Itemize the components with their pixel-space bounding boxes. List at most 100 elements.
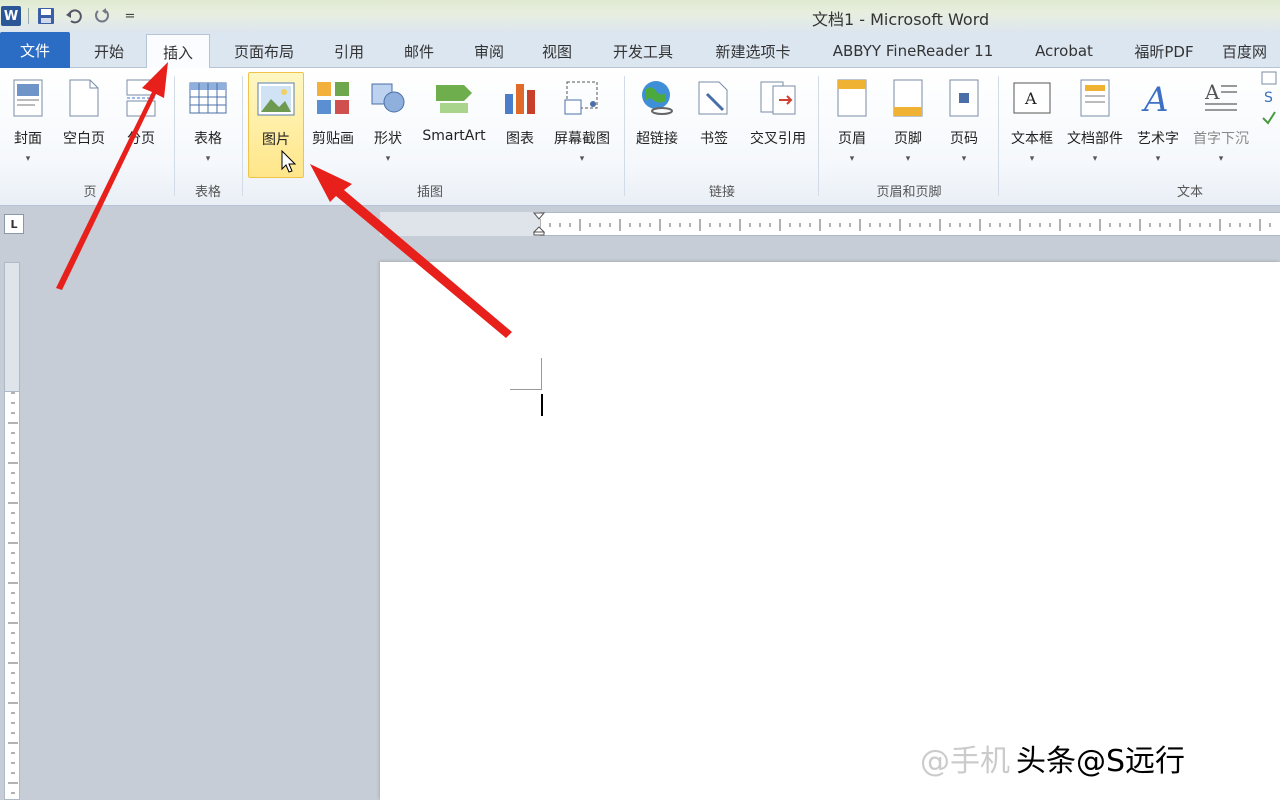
blank-page-button[interactable]: 空白页: [56, 72, 112, 176]
tab-developer[interactable]: 开发工具: [598, 34, 688, 68]
svg-text:A: A: [1141, 80, 1169, 117]
page-break-button[interactable]: 分页: [118, 72, 164, 176]
document-page[interactable]: [380, 262, 1280, 800]
text-boundary-corner: [510, 358, 542, 390]
window-title: 文档1 - Microsoft Word: [812, 10, 990, 29]
textbox-icon: A: [1012, 78, 1052, 118]
dropdown-arrow: ▾: [1029, 154, 1035, 164]
svg-text:A: A: [1024, 89, 1037, 108]
quick-parts-button[interactable]: 文档部件 ▾: [1062, 72, 1128, 176]
customize-qat-icon[interactable]: =: [119, 5, 141, 27]
page-number-icon: [944, 78, 984, 118]
wordart-icon: A: [1138, 78, 1178, 118]
qat-divider: [28, 8, 29, 24]
word-app-icon[interactable]: W: [0, 5, 22, 27]
group-label-tables: 表格: [194, 185, 221, 200]
group-label-illustrations: 插图: [416, 185, 443, 200]
tab-abbyy[interactable]: ABBYY FineReader 11: [822, 34, 1004, 68]
group-divider: [818, 76, 819, 196]
dropdown-arrow: ▾: [849, 154, 855, 164]
cross-reference-icon: [758, 78, 798, 118]
tab-home[interactable]: 开始: [78, 34, 140, 68]
dropdown-arrow: ▾: [1218, 154, 1224, 164]
quick-parts-icon: [1075, 78, 1115, 118]
group-divider: [998, 76, 999, 196]
drop-cap-button[interactable]: A 首字下沉 ▾: [1188, 72, 1254, 176]
shapes-icon: [368, 78, 408, 118]
ribbon-tab-bar: 文件 开始 插入 页面布局 引用 邮件 审阅 视图 开发工具 新建选项卡 ABB…: [0, 32, 1280, 69]
group-label-pages: 页: [83, 185, 97, 200]
dropdown-arrow: ▾: [579, 154, 585, 164]
dropdown-arrow: ▾: [1092, 154, 1098, 164]
header-button[interactable]: 页眉 ▾: [830, 72, 874, 176]
screenshot-button[interactable]: 屏幕截图 ▾: [548, 72, 616, 176]
screenshot-icon: [562, 78, 602, 118]
tab-file[interactable]: 文件: [0, 32, 70, 68]
tab-references[interactable]: 引用: [318, 34, 380, 68]
hyperlink-button[interactable]: 超链接: [630, 72, 684, 176]
cover-page-button[interactable]: 封面 ▾: [6, 72, 50, 176]
dropdown-arrow: ▾: [385, 154, 391, 164]
blank-page-icon: [64, 78, 104, 118]
bookmark-button[interactable]: 书签: [692, 72, 736, 176]
clipart-icon: [313, 78, 353, 118]
watermark: @手机 头条@S远行: [920, 736, 1185, 780]
cover-page-icon: [8, 78, 48, 118]
tab-review[interactable]: 审阅: [458, 34, 520, 68]
dropdown-arrow: ▾: [205, 154, 211, 164]
indent-marker[interactable]: [532, 212, 546, 236]
tab-mailings[interactable]: 邮件: [388, 34, 450, 68]
textbox-button[interactable]: A 文本框 ▾: [1006, 72, 1058, 176]
drop-cap-icon: A: [1201, 78, 1241, 118]
signature-line-icon: S: [1258, 71, 1280, 125]
chart-button[interactable]: 图表: [498, 72, 542, 176]
save-icon[interactable]: [35, 5, 57, 27]
tab-page-layout[interactable]: 页面布局: [222, 34, 306, 68]
tab-foxit-pdf[interactable]: 福昕PDF: [1120, 34, 1208, 68]
wordart-button[interactable]: A 艺术字 ▾: [1132, 72, 1184, 176]
page-number-button[interactable]: 页码 ▾: [942, 72, 986, 176]
tab-baidu[interactable]: 百度网: [1222, 34, 1280, 68]
svg-text:A: A: [1204, 81, 1220, 104]
tab-insert[interactable]: 插入: [146, 34, 210, 69]
tab-stop-selector[interactable]: L: [4, 214, 24, 234]
page-break-icon: [121, 78, 161, 118]
redo-icon[interactable]: [91, 5, 113, 27]
text-cursor: [541, 394, 543, 416]
title-bar: W = 文档1 - Microsoft Word: [0, 0, 1280, 32]
group-divider: [242, 76, 243, 196]
group-divider: [624, 76, 625, 196]
bookmark-icon: [694, 78, 734, 118]
svg-text:S: S: [1264, 90, 1273, 106]
footer-icon: [888, 78, 928, 118]
dropdown-arrow: ▾: [961, 154, 967, 164]
clipart-button[interactable]: 剪贴画: [306, 72, 360, 176]
tab-acrobat[interactable]: Acrobat: [1022, 34, 1106, 68]
globe-icon: [637, 78, 677, 118]
table-icon: [188, 78, 228, 118]
watermark-text: 头条@S远行: [1016, 744, 1186, 779]
smartart-icon: [434, 78, 474, 118]
dropdown-arrow: ▾: [25, 154, 31, 164]
cross-reference-button[interactable]: 交叉引用: [742, 72, 814, 176]
chart-icon: [500, 78, 540, 118]
group-label-text: 文本: [1176, 185, 1203, 200]
header-icon: [832, 78, 872, 118]
watermark-ghost-text: @手机: [920, 744, 1010, 779]
vertical-ruler-margin: [4, 262, 20, 392]
text-group-small-icons[interactable]: S: [1258, 71, 1280, 176]
shapes-button[interactable]: 形状 ▾: [364, 72, 412, 176]
ribbon-insert-panel: 封面 ▾ 空白页 分页 页 表格 ▾ 表格 图片 剪贴画 形状 ▾ SmartA…: [0, 68, 1280, 206]
tab-view[interactable]: 视图: [526, 34, 588, 68]
quick-access-toolbar: W =: [0, 3, 141, 29]
group-divider: [174, 76, 175, 196]
horizontal-ruler-margin: [380, 212, 540, 236]
undo-icon[interactable]: [63, 5, 85, 27]
group-label-links: 链接: [708, 185, 735, 200]
group-label-header-footer: 页眉和页脚: [876, 185, 942, 200]
tab-new-tab[interactable]: 新建选项卡: [698, 34, 808, 68]
smartart-button[interactable]: SmartArt: [416, 72, 492, 176]
footer-button[interactable]: 页脚 ▾: [886, 72, 930, 176]
table-button[interactable]: 表格 ▾: [182, 72, 234, 176]
picture-icon: [256, 79, 296, 119]
